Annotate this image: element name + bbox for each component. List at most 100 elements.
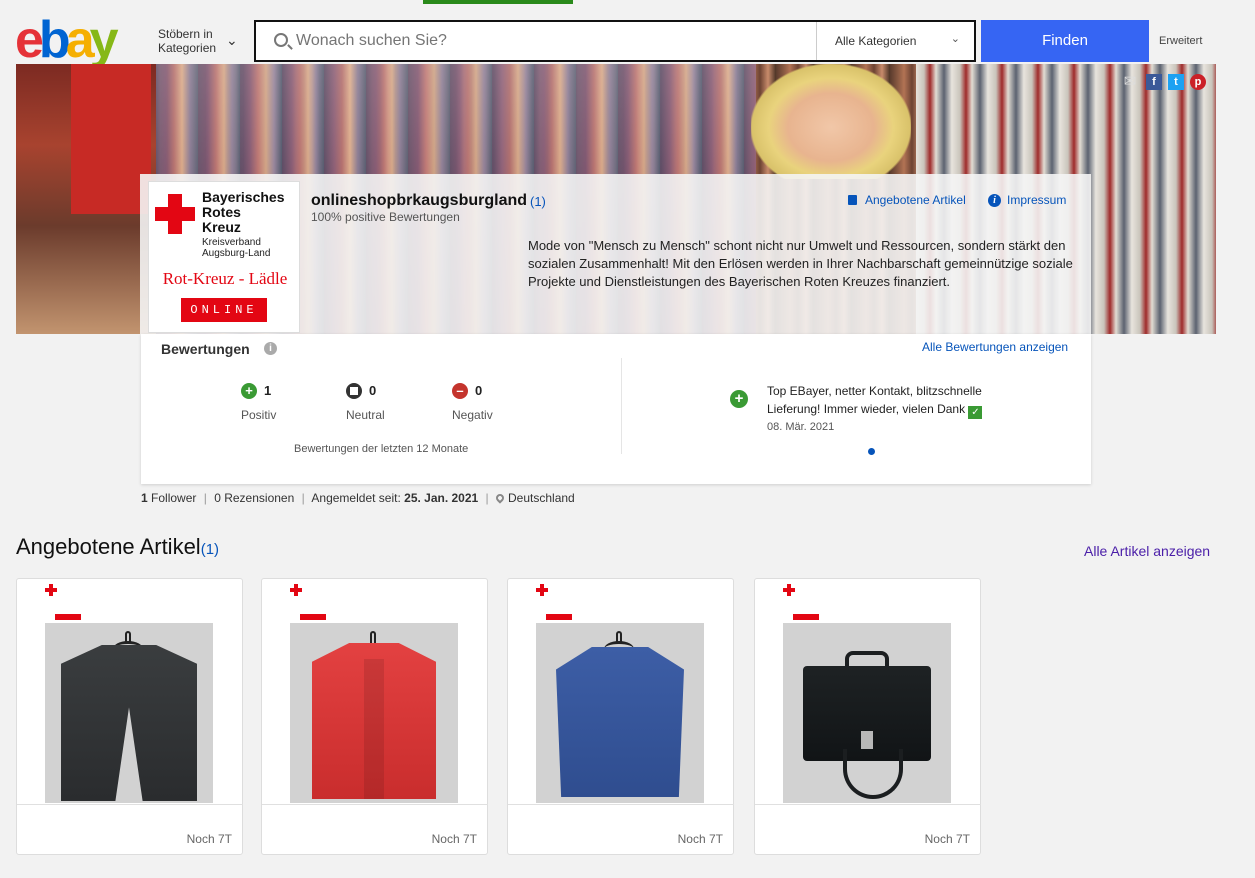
offered-items-link-label: Angebotene Artikel xyxy=(865,193,966,207)
advanced-search-link[interactable]: Erweitert xyxy=(1159,35,1202,47)
pinterest-icon[interactable]: p xyxy=(1190,74,1206,90)
card-divider xyxy=(755,804,981,805)
imprint-link[interactable]: Impressum xyxy=(988,193,1066,207)
location: Deutschland xyxy=(508,491,575,505)
hanger-hook xyxy=(370,631,376,643)
facebook-icon[interactable]: f xyxy=(1146,74,1162,90)
feedback-comment-text: Top EBayer, netter Kontakt, blitzschnell… xyxy=(767,384,982,416)
logo-a: a xyxy=(65,11,95,69)
store-logo-laedle: Rot-Kreuz - Lädle xyxy=(162,269,288,288)
store-description: Mode von "Mensch zu Mensch" schont nicht… xyxy=(528,238,1073,289)
help-icon[interactable]: i xyxy=(264,342,277,355)
time-left: Noch 7T xyxy=(431,832,477,846)
separator: | xyxy=(485,491,489,505)
time-left: Noch 7T xyxy=(924,832,970,846)
category-select-value: Alle Kategorien xyxy=(835,34,917,48)
offered-items-heading: Angebotene Artikel(1) xyxy=(16,534,219,560)
location-pin-icon xyxy=(494,492,506,504)
registered-date: 25. Jan. 2021 xyxy=(404,491,479,505)
item-image[interactable] xyxy=(45,623,213,803)
top-strip xyxy=(0,0,1255,4)
sweater-image xyxy=(556,647,684,797)
email-share-icon[interactable]: ✉ xyxy=(1122,74,1138,90)
search-input[interactable] xyxy=(296,30,806,52)
offered-items-link[interactable]: Angebotene Artikel xyxy=(848,193,966,207)
red-cross-icon xyxy=(783,584,795,596)
logo-b: b xyxy=(38,11,71,69)
red-cross-icon xyxy=(536,584,548,596)
briefcase-image xyxy=(803,651,931,801)
logo-y: y xyxy=(89,11,119,69)
item-image[interactable] xyxy=(536,623,704,803)
search-icon xyxy=(274,33,288,47)
item-card[interactable]: Noch 7T xyxy=(754,578,981,855)
reviews-count[interactable]: 0 Rezensionen xyxy=(214,491,294,505)
item-image[interactable] xyxy=(783,623,951,803)
feedback-date: 08. Mär. 2021 xyxy=(767,421,835,433)
separator: | xyxy=(301,491,305,505)
ebay-logo[interactable]: ebay xyxy=(15,11,119,69)
plus-circle-icon: + xyxy=(241,383,257,399)
store-logo xyxy=(45,584,105,620)
carousel-dot[interactable] xyxy=(868,448,875,455)
offered-items-title: Angebotene Artikel xyxy=(16,534,201,559)
time-left: Noch 7T xyxy=(677,832,723,846)
browse-categories-button[interactable]: Stöbern in Kategorien xyxy=(158,27,216,55)
store-logo-line1: Bayerisches xyxy=(202,189,285,205)
store-logo-sub2: Augsburg-Land xyxy=(202,248,271,259)
card-divider xyxy=(262,804,488,805)
positive-label: Positiv xyxy=(241,408,277,422)
item-image[interactable] xyxy=(290,623,458,803)
imprint-link-label: Impressum xyxy=(1007,193,1067,207)
offered-items-count: (1) xyxy=(200,541,220,558)
feedback-period: Bewertungen der letzten 12 Monate xyxy=(294,443,469,455)
browse-line1: Stöbern in xyxy=(158,27,213,41)
loading-bar xyxy=(423,0,573,4)
all-items-link[interactable]: Alle Artikel anzeigen xyxy=(1084,543,1210,559)
red-jacket-image xyxy=(312,643,436,799)
mini-logo-online xyxy=(55,614,81,620)
followers-count: 1 xyxy=(141,491,148,505)
store-positive-rating: 100% positive Bewertungen xyxy=(311,210,460,224)
separator: | xyxy=(203,491,207,505)
negative-count: 0 xyxy=(475,383,483,398)
check-mark-icon: ✓ xyxy=(968,406,983,419)
registered-label: Angemeldet seit: xyxy=(311,491,401,505)
store-meta: 1 Follower | 0 Rezensionen | Angemeldet … xyxy=(141,491,575,505)
red-cross-icon xyxy=(290,584,302,596)
store-logo xyxy=(783,584,843,620)
mini-logo-online xyxy=(546,614,572,620)
bag-clasp xyxy=(861,731,873,749)
browse-line2: Kategorien xyxy=(158,41,217,55)
item-card[interactable]: Noch 7T xyxy=(261,578,488,855)
neutral-count: 0 xyxy=(369,383,377,398)
chevron-down-icon: ⌄ xyxy=(950,33,960,45)
find-button[interactable]: Finden xyxy=(981,20,1149,62)
store-name[interactable]: onlineshopbrkaugsburgland xyxy=(311,192,527,210)
card-divider xyxy=(508,804,734,805)
store-logo-subtitle: Kreisverband Augsburg-Land xyxy=(202,237,270,259)
store-logo[interactable]: Bayerisches Rotes Kreuz Kreisverband Aug… xyxy=(148,181,300,333)
store-logo xyxy=(536,584,596,620)
red-cross-icon xyxy=(155,194,195,234)
mini-logo-online xyxy=(793,614,819,620)
store-logo-line3: Kreuz xyxy=(202,219,241,235)
item-card[interactable]: Noch 7T xyxy=(16,578,243,855)
store-feedback-count[interactable]: (1) xyxy=(530,194,546,209)
negative-label: Negativ xyxy=(452,408,493,422)
feedback-comment: Top EBayer, netter Kontakt, blitzschnell… xyxy=(767,382,1007,419)
mini-logo-online xyxy=(300,614,326,620)
item-card[interactable]: Noch 7T xyxy=(507,578,734,855)
all-feedback-link[interactable]: Alle Bewertungen anzeigen xyxy=(922,340,1068,354)
bag-strap xyxy=(843,749,903,799)
chevron-down-icon[interactable]: ⌄ xyxy=(226,32,238,49)
blazer-image xyxy=(61,645,197,801)
feedback-title: Bewertungen xyxy=(161,341,250,357)
category-select[interactable]: Alle Kategorien ⌄ xyxy=(816,22,976,60)
followers-label[interactable]: Follower xyxy=(151,491,196,505)
store-logo-online: ONLINE xyxy=(181,298,267,322)
positive-count: 1 xyxy=(264,383,272,398)
twitter-icon[interactable]: t xyxy=(1168,74,1184,90)
neutral-circle-icon xyxy=(346,383,362,399)
feedback-divider xyxy=(621,358,622,454)
